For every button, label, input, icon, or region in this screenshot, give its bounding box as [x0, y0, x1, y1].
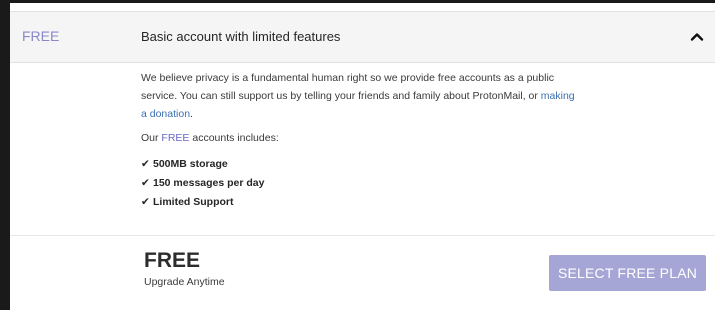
check-icon: ✔ [141, 158, 150, 170]
includes-free-highlight: FREE [161, 132, 190, 144]
plan-description: Basic account with limited features [141, 29, 341, 44]
feature-list: ✔ 500MB storage ✔ 150 messages per day ✔ Li… [141, 155, 581, 212]
feature-item: ✔ Limited Support [141, 193, 581, 212]
footer-divider [10, 235, 715, 236]
plan-name: FREE [22, 28, 60, 44]
feature-item: ✔ 150 messages per day [141, 174, 581, 193]
includes-prefix: Our [141, 132, 162, 144]
feature-label: Limited Support [153, 196, 234, 208]
chevron-up-icon-svg [690, 33, 704, 41]
privacy-paragraph: We believe privacy is a fundamental huma… [141, 69, 581, 123]
privacy-paragraph-end: . [190, 108, 193, 120]
plan-header[interactable]: FREE Basic account with limited features [10, 11, 715, 63]
feature-label: 150 messages per day [153, 177, 265, 189]
check-icon: ✔ [141, 196, 150, 208]
screenshot-frame: FREE Basic account with limited features… [0, 0, 715, 310]
plan-details: We believe privacy is a fundamental huma… [141, 69, 581, 212]
footer-plan-subtitle: Upgrade Anytime [144, 276, 225, 288]
includes-heading: Our FREE accounts includes: [141, 129, 581, 147]
feature-item: ✔ 500MB storage [141, 155, 581, 174]
window-top-border [0, 0, 715, 3]
feature-label: 500MB storage [153, 158, 228, 170]
plan-card: FREE Basic account with limited features… [10, 3, 715, 310]
window-left-border [0, 0, 10, 310]
chevron-up-icon[interactable] [689, 29, 705, 45]
check-icon: ✔ [141, 177, 150, 189]
includes-suffix: accounts includes: [189, 132, 279, 144]
privacy-text: We believe privacy is a fundamental huma… [141, 72, 555, 102]
select-free-plan-button[interactable]: SELECT FREE PLAN [549, 255, 706, 291]
footer-plan-title: FREE [144, 249, 201, 272]
